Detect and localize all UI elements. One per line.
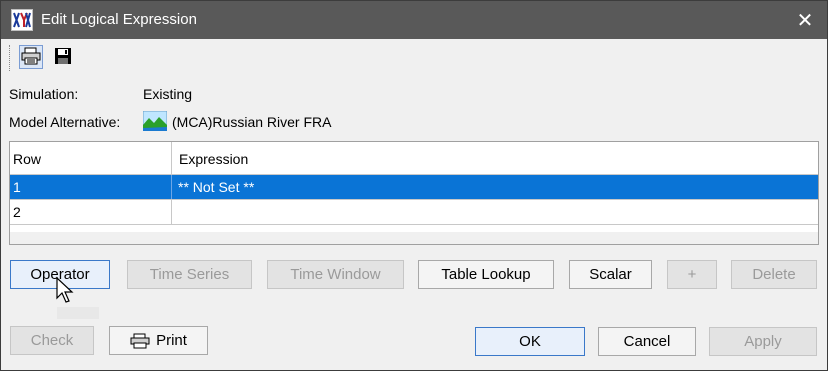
- add-button[interactable]: +: [667, 260, 717, 289]
- row-number-cell[interactable]: 1: [10, 175, 172, 199]
- model-alternative-label: Model Alternative:: [9, 114, 121, 130]
- save-toolbar-button[interactable]: [51, 45, 75, 69]
- landscape-icon: [142, 110, 168, 132]
- tooltip-shadow: [57, 307, 99, 319]
- ok-button[interactable]: OK: [475, 327, 585, 356]
- column-header-expression[interactable]: Expression: [172, 142, 818, 175]
- close-button[interactable]: ✕: [791, 7, 819, 33]
- close-icon: ✕: [796, 9, 814, 32]
- window-title: Edit Logical Expression: [41, 11, 197, 28]
- row-number-cell[interactable]: 2: [10, 200, 172, 224]
- model-alternative-value: (MCA)Russian River FRA: [172, 114, 332, 130]
- simulation-value: Existing: [143, 86, 193, 102]
- print-button-label: Print: [156, 332, 187, 349]
- title-bar[interactable]: Edit Logical Expression ✕: [1, 1, 827, 39]
- print-toolbar-button[interactable]: [19, 45, 43, 69]
- toolbar: [9, 43, 79, 73]
- simulation-label: Simulation:: [9, 86, 79, 102]
- expression-table-body: Row Expression 1 ** Not Set ** 2: [10, 142, 818, 232]
- time-window-button[interactable]: Time Window: [267, 260, 404, 289]
- cancel-button[interactable]: Cancel: [598, 327, 696, 356]
- table-row[interactable]: 2: [10, 200, 818, 225]
- column-header-row[interactable]: Row: [10, 142, 172, 175]
- mouse-cursor-icon: [56, 276, 76, 305]
- floppy-disk-icon: [54, 47, 72, 68]
- expression-cell[interactable]: [172, 200, 818, 224]
- delete-button[interactable]: Delete: [731, 260, 817, 289]
- check-button[interactable]: Check: [10, 326, 94, 355]
- expression-cell[interactable]: ** Not Set **: [172, 175, 818, 199]
- printer-icon: [21, 47, 41, 68]
- table-lookup-button[interactable]: Table Lookup: [418, 260, 554, 289]
- time-series-button[interactable]: Time Series: [127, 260, 252, 289]
- expression-table: Row Expression 1 ** Not Set ** 2: [9, 141, 819, 245]
- toolbar-grip: [9, 45, 11, 71]
- app-logo-icon: [11, 9, 33, 31]
- print-button[interactable]: Print: [109, 326, 208, 355]
- printer-icon: [130, 333, 150, 349]
- table-header: Row Expression: [10, 142, 818, 175]
- scalar-button[interactable]: Scalar: [569, 260, 652, 289]
- apply-button[interactable]: Apply: [709, 327, 817, 356]
- edit-logical-expression-dialog: Edit Logical Expression ✕ Simulation: Ex…: [0, 0, 828, 371]
- table-row[interactable]: 1 ** Not Set **: [10, 175, 818, 200]
